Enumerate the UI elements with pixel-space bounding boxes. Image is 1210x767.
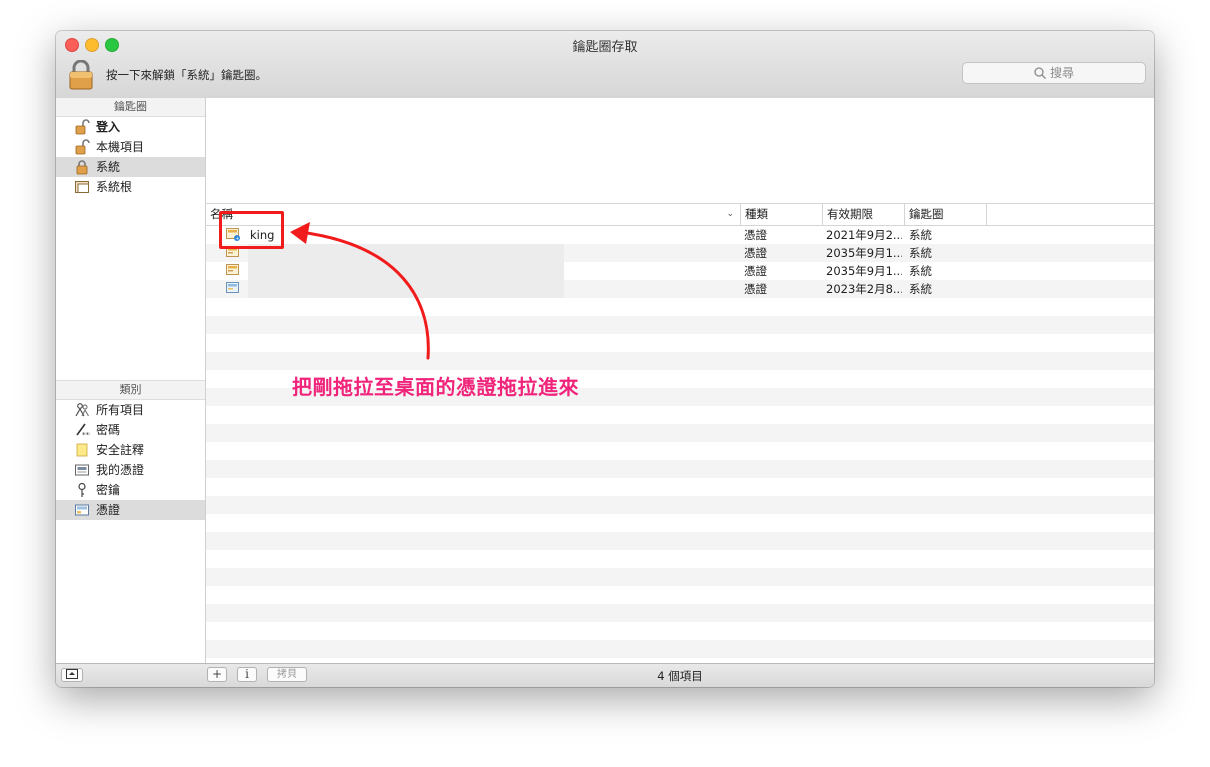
- annotation-arrow: [290, 222, 430, 360]
- annotation-text: 把剛拖拉至桌面的憑證拖拉進來: [292, 375, 579, 399]
